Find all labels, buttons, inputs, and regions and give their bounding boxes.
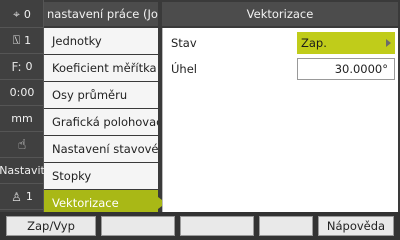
feed-icon: F: <box>11 59 22 74</box>
state-select[interactable]: Zap. <box>297 32 395 54</box>
vectoring-panel: Stav Zap. Úhel 30.0000° <box>162 28 398 212</box>
right-column-header: Vektorizace <box>162 2 398 26</box>
hand-icon: ☝ <box>17 136 27 153</box>
tool-icon: ⍂ <box>12 33 21 47</box>
feed-status[interactable]: F: 0 <box>0 54 44 80</box>
menu-item-graphic-positioning[interactable]: Grafická polohovací po <box>44 109 158 135</box>
feed-value: 0 <box>25 60 33 73</box>
hand-status[interactable]: ☝ <box>0 132 44 158</box>
status-column: ⌖ 0 ⍂ 1 F: 0 0:00 mm ☝ Nastavit ♙ 1 <box>0 0 45 212</box>
setup-label: Nastavit <box>0 164 45 177</box>
empty-button-4[interactable] <box>259 216 313 236</box>
axis-value: 0 <box>23 8 31 21</box>
user-status[interactable]: ♙ 1 <box>0 184 44 210</box>
angle-row: Úhel 30.0000° <box>163 56 399 82</box>
angle-label: Úhel <box>171 62 197 76</box>
menu-item-scale-factor[interactable]: Koeficient měřítka <box>44 55 158 81</box>
timer-status[interactable]: 0:00 <box>0 80 44 106</box>
toggle-button[interactable]: Zap/Vyp <box>6 216 96 236</box>
chevron-right-icon <box>386 39 391 47</box>
menu-item-units[interactable]: Jednotky <box>44 28 158 54</box>
help-button[interactable]: Nápověda <box>318 216 394 236</box>
state-row: Stav Zap. <box>163 30 399 56</box>
state-label: Stav <box>171 36 197 50</box>
unit-value: mm <box>11 112 33 125</box>
timer-value: 0:00 <box>9 86 35 99</box>
menu-item-diameter-axes[interactable]: Osy průměru <box>44 82 158 108</box>
left-column-header: nastavení práce (Job Setu <box>44 2 158 26</box>
user-value: 1 <box>25 190 33 203</box>
axis-status[interactable]: ⌖ 0 <box>0 2 44 28</box>
tool-value: 1 <box>24 34 32 47</box>
angle-input[interactable]: 30.0000° <box>297 58 395 80</box>
empty-button-3[interactable] <box>180 216 254 236</box>
tool-status[interactable]: ⍂ 1 <box>0 28 44 54</box>
axis-target-icon: ⌖ <box>13 7 20 21</box>
menu-item-stopwatch[interactable]: Stopky <box>44 163 158 189</box>
settings-menu: Jednotky Koeficient měřítka Osy průměru … <box>44 28 166 216</box>
user-icon: ♙ <box>11 189 22 204</box>
bottom-bar: Zap/Vyp Nápověda <box>0 212 400 240</box>
empty-button-2[interactable] <box>101 216 175 236</box>
menu-item-status-bar-settings[interactable]: Nastavení stavového p <box>44 136 158 162</box>
setup-status[interactable]: Nastavit <box>0 158 45 184</box>
state-value: Zap. <box>301 36 327 50</box>
unit-status[interactable]: mm <box>0 106 44 132</box>
